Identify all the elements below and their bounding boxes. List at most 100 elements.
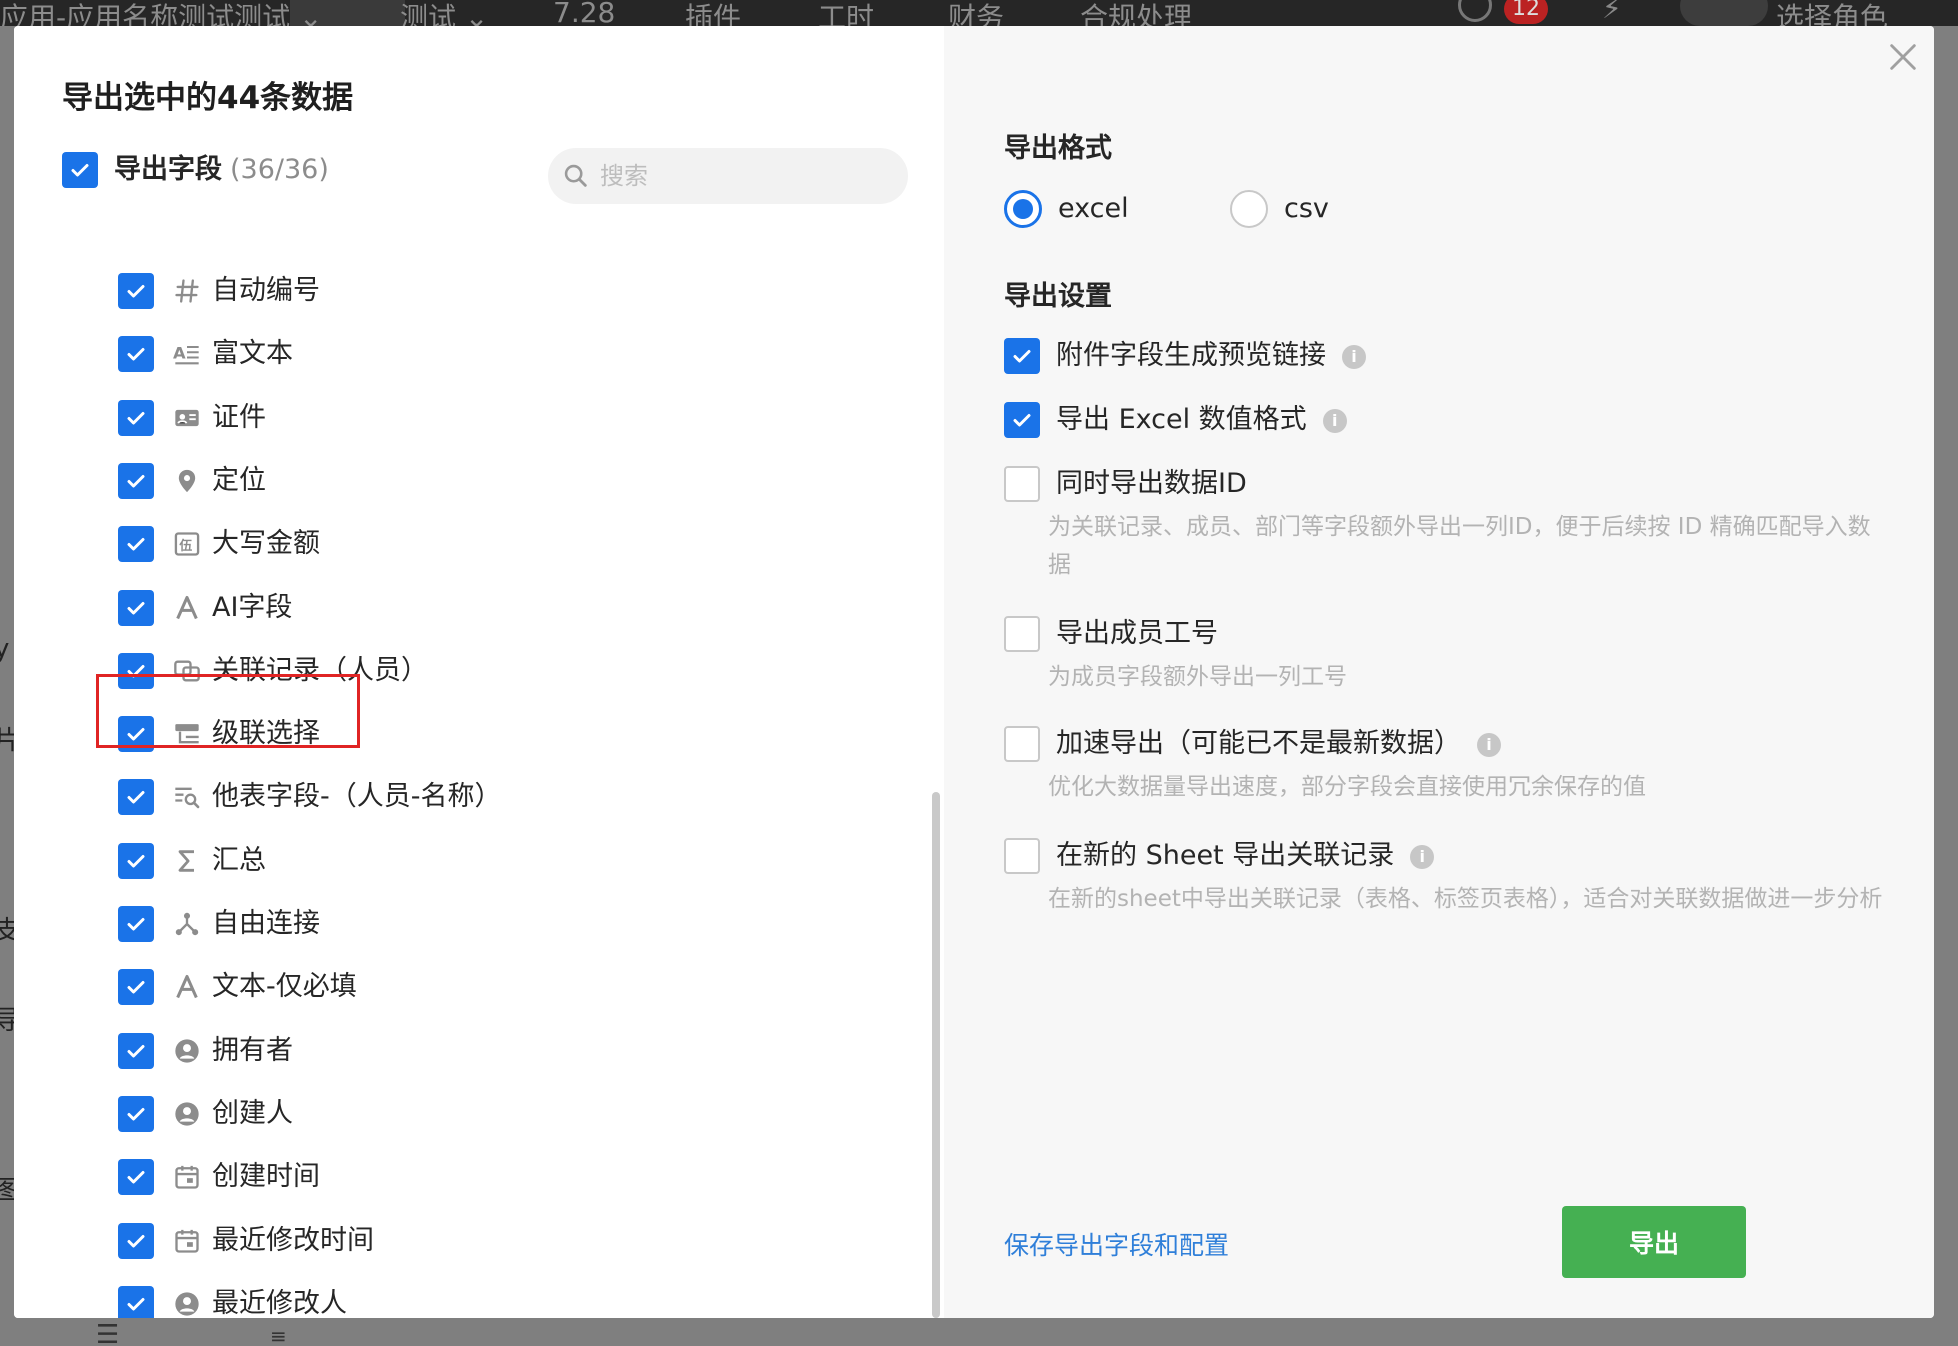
field-row[interactable]: 文本-仅必填	[14, 962, 814, 1012]
svg-text:A: A	[173, 344, 186, 363]
role-avatar-pill[interactable]	[1680, 0, 1768, 26]
linked-records-new-sheet-checkbox[interactable]	[1004, 838, 1040, 874]
field-row[interactable]: 最近修改人	[14, 1279, 814, 1318]
field-list-scrollbar[interactable]	[932, 792, 940, 1318]
excel-radio[interactable]	[1004, 190, 1042, 228]
member-employee-id-description: 为成员字段额外导出一列工号	[1048, 664, 1347, 690]
accelerated-export-label: 加速导出（可能已不是最新数据） i	[1056, 726, 1501, 762]
highlight-box	[96, 674, 360, 748]
field-row[interactable]: 定位	[14, 456, 814, 506]
member-employee-id-checkbox[interactable]	[1004, 616, 1040, 652]
save-config-link[interactable]: 保存导出字段和配置	[1004, 1226, 1229, 1262]
field-row[interactable]: A 富文本	[14, 329, 814, 379]
check-icon	[127, 601, 145, 614]
topbar-item-hours[interactable]: 工时	[818, 0, 874, 26]
list-icon: ☰	[96, 1320, 120, 1346]
field-row[interactable]: 自动编号	[14, 266, 814, 316]
field-selection-pane: 导出选中的44条数据 导出字段 (36/36) 自动编号 A 富文本证件定位伍 大写金额…	[14, 26, 944, 1318]
topbar-item-compliance[interactable]: 合规处理	[1080, 0, 1192, 26]
field-name: 定位	[212, 464, 266, 496]
info-icon[interactable]: i	[1410, 845, 1435, 869]
topbar-item-select-role[interactable]: 选择角色	[1776, 0, 1888, 26]
excel-number-format-checkbox[interactable]	[1004, 402, 1040, 438]
notification-badge: 12	[1504, 0, 1548, 24]
field-checkbox[interactable]	[118, 273, 154, 309]
info-icon[interactable]: i	[1342, 345, 1366, 369]
field-row[interactable]: 伍 大写金额	[14, 519, 814, 569]
bolt-icon[interactable]: ⚡	[1602, 0, 1622, 25]
setting-label-text: 在新的 Sheet 导出关联记录	[1056, 840, 1395, 871]
field-checkbox[interactable]	[118, 906, 154, 942]
check-icon	[1013, 414, 1031, 427]
check-icon	[127, 1234, 145, 1247]
topbar-item-plugin[interactable]: 插件	[685, 0, 741, 26]
field-row[interactable]: 他表字段-（人员-名称）	[14, 772, 814, 822]
check-icon	[71, 164, 89, 177]
export-fields-text: 导出字段	[114, 154, 222, 185]
excel-number-format-label: 导出 Excel 数值格式 i	[1056, 402, 1347, 438]
check-icon	[127, 411, 145, 425]
field-name: 自动编号	[212, 275, 320, 306]
accelerated-export-checkbox[interactable]	[1004, 726, 1040, 762]
info-icon[interactable]: i	[1477, 733, 1501, 757]
background-topbar: 应用-应用名称测试测试 ⌄ 测试 ⌄ 7.28 插件 工时 财务 合规处理 12…	[0, 0, 1958, 26]
export-button[interactable]: 导出	[1562, 1206, 1746, 1278]
close-button[interactable]	[1880, 34, 1926, 80]
field-row[interactable]: 创建时间	[14, 1152, 814, 1202]
select-all-checkbox[interactable]	[62, 152, 98, 188]
export-data-id-description: 为关联记录、成员、部门等字段额外导出一列ID，便于后续按 ID 精确匹配导入数据	[1048, 514, 1871, 578]
field-checkbox[interactable]	[118, 1032, 154, 1069]
field-row[interactable]: AI字段	[14, 583, 814, 633]
field-checkbox[interactable]	[118, 969, 154, 1006]
background-left-strip: y 片 支 导 图	[0, 26, 20, 1346]
field-checkbox[interactable]	[118, 1285, 154, 1318]
search-input[interactable]	[600, 162, 880, 190]
field-checkbox[interactable]	[118, 399, 154, 436]
search-box[interactable]	[548, 148, 908, 204]
export-data-id-label: 同时导出数据ID	[1056, 466, 1247, 502]
field-checkbox[interactable]	[118, 842, 154, 879]
field-name: 最近修改时间	[212, 1224, 374, 1256]
setting-label-text: 加速导出（可能已不是最新数据）	[1056, 728, 1461, 759]
topbar-item-test[interactable]: 测试 ⌄	[400, 0, 488, 26]
setting-label-text: 同时导出数据ID	[1056, 468, 1247, 499]
field-name: 证件	[212, 401, 266, 433]
user-icon	[170, 1097, 204, 1131]
user-icon	[170, 1034, 204, 1068]
field-checkbox[interactable]	[118, 1222, 154, 1259]
csv-radio[interactable]	[1230, 190, 1268, 228]
setting-label-text: 附件字段生成预览链接	[1056, 340, 1326, 371]
field-row[interactable]: 自由连接	[14, 899, 814, 949]
topbar-item-728[interactable]: 7.28	[553, 0, 615, 26]
app-name[interactable]: 应用-应用名称测试测试 ⌄	[0, 0, 322, 26]
field-checkbox[interactable]	[118, 462, 154, 499]
location-pin-icon	[170, 464, 204, 498]
info-icon[interactable]: i	[1322, 409, 1347, 433]
id-card-icon	[170, 401, 204, 435]
attachment-preview-link-checkbox[interactable]	[1004, 338, 1040, 374]
field-row[interactable]: 最近修改时间	[14, 1216, 814, 1266]
field-checkbox[interactable]	[118, 589, 154, 626]
check-icon	[127, 791, 145, 804]
task-check-icon[interactable]	[1458, 0, 1492, 22]
field-row[interactable]: 创建人	[14, 1089, 814, 1139]
field-checkbox[interactable]	[118, 1159, 154, 1196]
calendar-icon	[170, 1160, 204, 1194]
csv-label: csv	[1284, 193, 1329, 224]
field-row[interactable]: 证件	[14, 393, 814, 443]
close-icon	[1890, 44, 1916, 70]
topbar-item-finance[interactable]: 财务	[948, 0, 1004, 26]
linked-records-new-sheet-description: 在新的sheet中导出关联记录（表格、标签页表格），适合对关联数据做进一步分析	[1048, 886, 1883, 912]
setting-label-text: 导出成员工号	[1056, 618, 1218, 649]
menu-icon: ≡	[270, 1324, 287, 1346]
export-modal: 导出选中的44条数据 导出字段 (36/36) 自动编号 A 富文本证件定位伍 大写金额…	[14, 26, 1934, 1318]
setting-label-text: 导出 Excel 数值格式	[1056, 404, 1307, 435]
field-name: 富文本	[212, 338, 293, 370]
field-checkbox[interactable]	[118, 779, 154, 816]
export-data-id-checkbox[interactable]	[1004, 466, 1040, 502]
field-checkbox[interactable]	[118, 336, 154, 373]
field-checkbox[interactable]	[118, 526, 154, 563]
field-row[interactable]: 拥有者	[14, 1026, 814, 1076]
field-row[interactable]: 汇总	[14, 836, 814, 886]
field-checkbox[interactable]	[118, 1095, 154, 1132]
